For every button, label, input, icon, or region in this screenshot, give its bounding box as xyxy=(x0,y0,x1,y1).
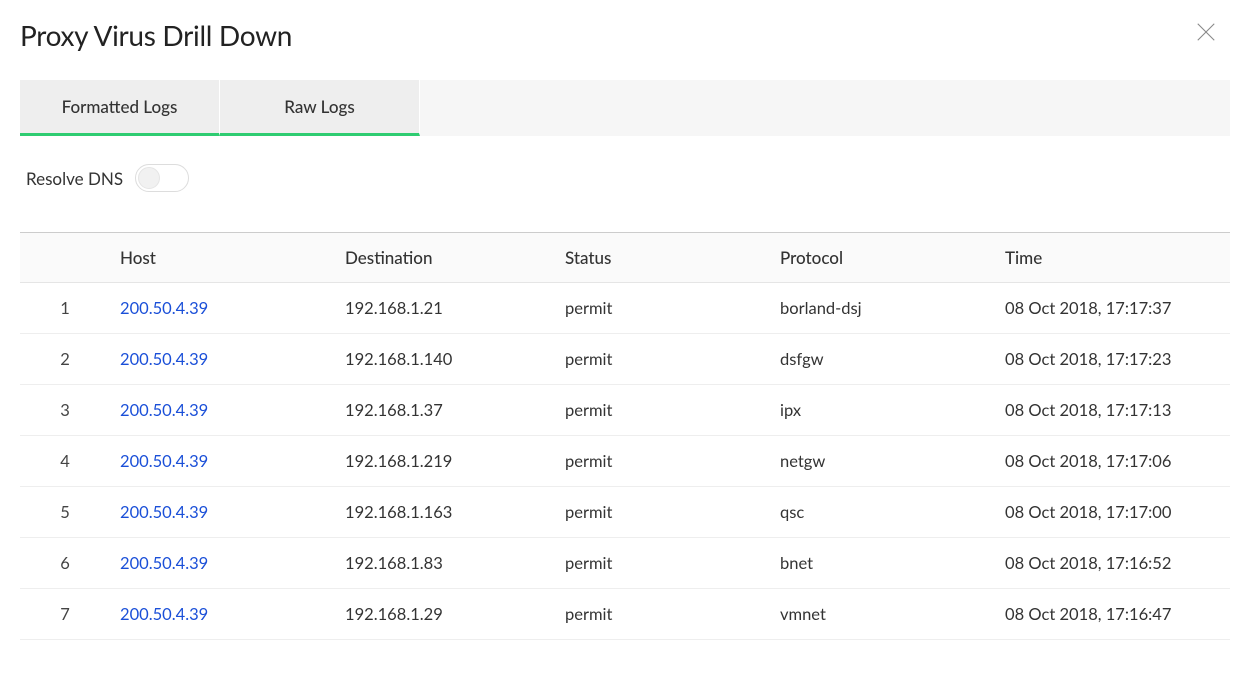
cell-status: permit xyxy=(555,283,770,334)
cell-index: 4 xyxy=(20,436,110,487)
cell-time: 08 Oct 2018, 17:17:13 xyxy=(995,385,1230,436)
cell-destination: 192.168.1.140 xyxy=(335,334,555,385)
cell-protocol: vmnet xyxy=(770,589,995,640)
host-link[interactable]: 200.50.4.39 xyxy=(120,553,208,573)
table-row: 5 200.50.4.39 192.168.1.163 permit qsc 0… xyxy=(20,487,1230,538)
resolve-dns-label: Resolve DNS xyxy=(26,168,123,189)
cell-index: 6 xyxy=(20,538,110,589)
tab-bar: Formatted Logs Raw Logs xyxy=(20,80,1230,136)
host-link[interactable]: 200.50.4.39 xyxy=(120,451,208,471)
close-icon xyxy=(1195,21,1217,43)
table-row: 7 200.50.4.39 192.168.1.29 permit vmnet … xyxy=(20,589,1230,640)
col-header-time[interactable]: Time xyxy=(995,233,1230,283)
tab-raw-logs[interactable]: Raw Logs xyxy=(220,80,420,136)
table-row: 3 200.50.4.39 192.168.1.37 permit ipx 08… xyxy=(20,385,1230,436)
cell-protocol: dsfgw xyxy=(770,334,995,385)
cell-time: 08 Oct 2018, 17:16:47 xyxy=(995,589,1230,640)
cell-destination: 192.168.1.21 xyxy=(335,283,555,334)
col-header-index xyxy=(20,233,110,283)
col-header-destination[interactable]: Destination xyxy=(335,233,555,283)
cell-destination: 192.168.1.219 xyxy=(335,436,555,487)
host-link[interactable]: 200.50.4.39 xyxy=(120,400,208,420)
cell-status: permit xyxy=(555,487,770,538)
col-header-protocol[interactable]: Protocol xyxy=(770,233,995,283)
cell-time: 08 Oct 2018, 17:17:06 xyxy=(995,436,1230,487)
resolve-dns-toggle[interactable] xyxy=(135,164,189,192)
cell-index: 1 xyxy=(20,283,110,334)
host-link[interactable]: 200.50.4.39 xyxy=(120,349,208,369)
table-row: 1 200.50.4.39 192.168.1.21 permit borlan… xyxy=(20,283,1230,334)
cell-protocol: ipx xyxy=(770,385,995,436)
cell-status: permit xyxy=(555,385,770,436)
close-button[interactable] xyxy=(1192,18,1220,46)
cell-destination: 192.168.1.83 xyxy=(335,538,555,589)
cell-time: 08 Oct 2018, 17:17:37 xyxy=(995,283,1230,334)
table-row: 6 200.50.4.39 192.168.1.83 permit bnet 0… xyxy=(20,538,1230,589)
cell-index: 2 xyxy=(20,334,110,385)
cell-time: 08 Oct 2018, 17:17:00 xyxy=(995,487,1230,538)
cell-index: 5 xyxy=(20,487,110,538)
cell-destination: 192.168.1.37 xyxy=(335,385,555,436)
col-header-host[interactable]: Host xyxy=(110,233,335,283)
cell-protocol: borland-dsj xyxy=(770,283,995,334)
table-row: 4 200.50.4.39 192.168.1.219 permit netgw… xyxy=(20,436,1230,487)
table-header-row: Host Destination Status Protocol Time xyxy=(20,233,1230,283)
page-title: Proxy Virus Drill Down xyxy=(20,18,292,52)
cell-index: 3 xyxy=(20,385,110,436)
cell-time: 08 Oct 2018, 17:17:23 xyxy=(995,334,1230,385)
cell-index: 7 xyxy=(20,589,110,640)
cell-status: permit xyxy=(555,334,770,385)
cell-protocol: netgw xyxy=(770,436,995,487)
cell-status: permit xyxy=(555,436,770,487)
host-link[interactable]: 200.50.4.39 xyxy=(120,298,208,318)
cell-destination: 192.168.1.29 xyxy=(335,589,555,640)
host-link[interactable]: 200.50.4.39 xyxy=(120,502,208,522)
table-row: 2 200.50.4.39 192.168.1.140 permit dsfgw… xyxy=(20,334,1230,385)
host-link[interactable]: 200.50.4.39 xyxy=(120,604,208,624)
cell-time: 08 Oct 2018, 17:16:52 xyxy=(995,538,1230,589)
cell-status: permit xyxy=(555,589,770,640)
cell-protocol: bnet xyxy=(770,538,995,589)
cell-protocol: qsc xyxy=(770,487,995,538)
cell-status: permit xyxy=(555,538,770,589)
toggle-knob xyxy=(138,167,160,189)
cell-destination: 192.168.1.163 xyxy=(335,487,555,538)
tab-formatted-logs[interactable]: Formatted Logs xyxy=(20,80,220,136)
col-header-status[interactable]: Status xyxy=(555,233,770,283)
logs-table: Host Destination Status Protocol Time 1 … xyxy=(20,232,1230,640)
